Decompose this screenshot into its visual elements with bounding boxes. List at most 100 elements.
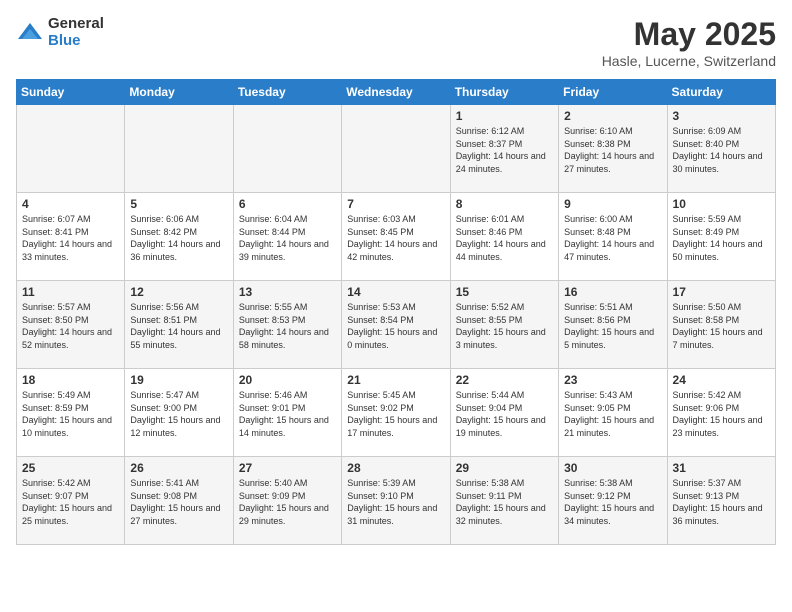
daylight-label: Daylight: 14 hours and 36 minutes. [130, 239, 220, 262]
cell-content: Sunrise: 5:56 AM Sunset: 8:51 PM Daylight:… [130, 301, 227, 351]
weekday-row: Sunday Monday Tuesday Wednesday Thursday… [17, 80, 776, 105]
calendar-cell: 8 Sunrise: 6:01 AMSunset: 8:46 PMDaylight… [450, 193, 558, 281]
cell-content: Sunrise: 6:04 AMSunset: 8:44 PMDaylight:… [239, 213, 336, 263]
daylight-label: Daylight: 15 hours and 23 minutes. [673, 415, 763, 438]
calendar-cell: 7Sunrise: 6:03 AMSunset: 8:45 PMDaylight… [342, 193, 450, 281]
cell-content: Sunrise: 5:40 AM Sunset: 9:09 PM Daylight:… [239, 477, 336, 527]
calendar-cell: 20Sunrise: 5:46 AMSunset: 9:01 PMDayligh… [233, 369, 341, 457]
calendar-cell: 30Sunrise: 5:38 AMSunset: 9:12 PMDayligh… [559, 457, 667, 545]
calendar-cell: 18Sunrise: 5:49 AMSunset: 8:59 PMDayligh… [17, 369, 125, 457]
day-number: 13 [239, 285, 336, 299]
cell-content: Sunrise: 5:39 AMSunset: 9:10 PMDaylight:… [347, 477, 444, 527]
calendar-cell: 5Sunrise: 6:06 AMSunset: 8:42 PMDaylight… [125, 193, 233, 281]
sunrise-label: Sunrise: 5:44 AM [456, 390, 525, 400]
sunrise-label: Sunrise: 6:01 AM [456, 214, 525, 224]
cell-content: Sunrise: 5:51 AMSunset: 8:56 PMDaylight:… [564, 301, 661, 351]
cell-content: Sunrise: 5:52 AMSunset: 8:55 PMDaylight:… [456, 301, 553, 351]
daylight-label: Daylight: 14 hours and 42 minutes. [347, 239, 437, 262]
header-friday: Friday [559, 80, 667, 105]
daylight-label: Daylight: 15 hours and 10 minutes. [22, 415, 112, 438]
cell-content: Sunrise: 5:44 AMSunset: 9:04 PMDaylight:… [456, 389, 553, 439]
daylight-label: Daylight: 15 hours and 12 minutes. [130, 415, 220, 438]
cell-content: Sunrise: 5:45 AMSunset: 9:02 PMDaylight:… [347, 389, 444, 439]
sunrise-label: Sunrise: 5:43 AM [564, 390, 633, 400]
daylight-label: Daylight: 15 hours and 21 minutes. [564, 415, 654, 438]
calendar-cell: 14Sunrise: 5:53 AMSunset: 8:54 PMDayligh… [342, 281, 450, 369]
day-number: 23 [564, 373, 661, 387]
day-number: 21 [347, 373, 444, 387]
cell-content: Sunrise: 5:53 AMSunset: 8:54 PMDaylight:… [347, 301, 444, 351]
day-number: 12 [130, 285, 227, 299]
cell-content: Sunrise: 5:57 AMSunset: 8:50 PMDaylight:… [22, 301, 119, 351]
cell-content: Sunrise: 6:10 AMSunset: 8:38 PMDaylight:… [564, 125, 661, 175]
day-number: 1 [456, 109, 553, 123]
calendar-cell: 11Sunrise: 5:57 AMSunset: 8:50 PMDayligh… [17, 281, 125, 369]
day-number: 16 [564, 285, 661, 299]
day-number: 9 [564, 197, 661, 211]
sunset-label: Sunset: 9:10 PM [347, 491, 414, 501]
page-header: General Blue May 2025 Hasle, Lucerne, Sw… [16, 16, 776, 69]
calendar-cell: 12 Sunrise: 5:56 AM Sunset: 8:51 PM Dayligh… [125, 281, 233, 369]
cell-content: Sunrise: 6:07 AMSunset: 8:41 PMDaylight:… [22, 213, 119, 263]
sunset-label: Sunset: 9:12 PM [564, 491, 631, 501]
calendar-cell [17, 105, 125, 193]
location-subtitle: Hasle, Lucerne, Switzerland [602, 53, 776, 69]
sunset-label: Sunset: 8:42 PM [130, 227, 197, 237]
day-number: 30 [564, 461, 661, 475]
sunrise-label: Sunrise: 6:04 AM [239, 214, 308, 224]
logo-text: General Blue [48, 16, 104, 49]
day-number: 25 [22, 461, 119, 475]
sunrise-label: Sunrise: 5:42 AM [22, 478, 91, 488]
calendar-cell: 9Sunrise: 6:00 AMSunset: 8:48 PMDaylight… [559, 193, 667, 281]
sunrise-label: Sunrise: 5:41 AM [130, 478, 199, 488]
cell-content: Sunrise: 5:50 AMSunset: 8:58 PMDaylight:… [673, 301, 770, 351]
daylight-label: Daylight: 14 hours and 58 minutes. [239, 327, 329, 350]
calendar-cell: 28Sunrise: 5:39 AMSunset: 9:10 PMDayligh… [342, 457, 450, 545]
sunrise-label: Sunrise: 5:39 AM [347, 478, 416, 488]
daylight-label: Daylight: 15 hours and 19 minutes. [456, 415, 546, 438]
header-sunday: Sunday [17, 80, 125, 105]
sunrise-label: Sunrise: 5:53 AM [347, 302, 416, 312]
sunrise-label: Sunrise: 5:55 AM [239, 302, 308, 312]
sunset-label: Sunset: 8:53 PM [239, 315, 306, 325]
daylight-label: Daylight: 15 hours and 5 minutes. [564, 327, 654, 350]
calendar-week-0: 1Sunrise: 6:12 AMSunset: 8:37 PMDaylight… [17, 105, 776, 193]
daylight-label: Daylight: 15 hours and 3 minutes. [456, 327, 546, 350]
day-number: 8 [456, 197, 553, 211]
calendar-cell [125, 105, 233, 193]
day-number: 31 [673, 461, 770, 475]
daylight-label: Daylight: 15 hours and 29 minutes. [239, 503, 329, 526]
sunrise-label: Sunrise: 5:56 AM [130, 302, 199, 312]
sunset-label: Sunset: 9:06 PM [673, 403, 740, 413]
sunrise-label: Sunrise: 5:38 AM [564, 478, 633, 488]
cell-content: Sunrise: 6:03 AMSunset: 8:45 PMDaylight:… [347, 213, 444, 263]
day-number: 5 [130, 197, 227, 211]
daylight-label: Daylight: 14 hours and 47 minutes. [564, 239, 654, 262]
cell-content: Sunrise: 5:42 AMSunset: 9:07 PMDaylight:… [22, 477, 119, 527]
calendar-cell: 23Sunrise: 5:43 AMSunset: 9:05 PMDayligh… [559, 369, 667, 457]
sunrise-label: Sunrise: 5:40 AM [239, 478, 308, 488]
cell-content: Sunrise: 6:01 AMSunset: 8:46 PMDaylight:… [456, 213, 553, 263]
logo-blue-text: Blue [48, 33, 104, 50]
calendar-week-1: 4Sunrise: 6:07 AMSunset: 8:41 PMDaylight… [17, 193, 776, 281]
daylight-label: Daylight: 15 hours and 14 minutes. [239, 415, 329, 438]
day-number: 26 [130, 461, 227, 475]
sunrise-label: Sunrise: 6:12 AM [456, 126, 525, 136]
calendar-week-3: 18Sunrise: 5:49 AMSunset: 8:59 PMDayligh… [17, 369, 776, 457]
calendar-cell: 31Sunrise: 5:37 AMSunset: 9:13 PMDayligh… [667, 457, 775, 545]
daylight-label: Daylight: 15 hours and 27 minutes. [130, 503, 220, 526]
daylight-label: Daylight: 14 hours and 55 minutes. [130, 327, 220, 350]
cell-content: Sunrise: 5:38 AMSunset: 9:11 PMDaylight:… [456, 477, 553, 527]
day-number: 2 [564, 109, 661, 123]
calendar-cell: 10Sunrise: 5:59 AMSunset: 8:49 PMDayligh… [667, 193, 775, 281]
sunset-label: Sunset: 8:50 PM [22, 315, 89, 325]
sunset-label: Sunset: 8:55 PM [456, 315, 523, 325]
calendar-cell: 22Sunrise: 5:44 AMSunset: 9:04 PMDayligh… [450, 369, 558, 457]
sunset-label: Sunset: 8:41 PM [22, 227, 89, 237]
sunset-label: Sunset: 8:45 PM [347, 227, 414, 237]
sunset-label: Sunset: 9:09 PM [239, 491, 306, 501]
sunset-label: Sunset: 9:08 PM [130, 491, 197, 501]
sunset-label: Sunset: 8:51 PM [130, 315, 197, 325]
sunrise-label: Sunrise: 5:50 AM [673, 302, 742, 312]
sunset-label: Sunset: 9:11 PM [456, 491, 522, 501]
